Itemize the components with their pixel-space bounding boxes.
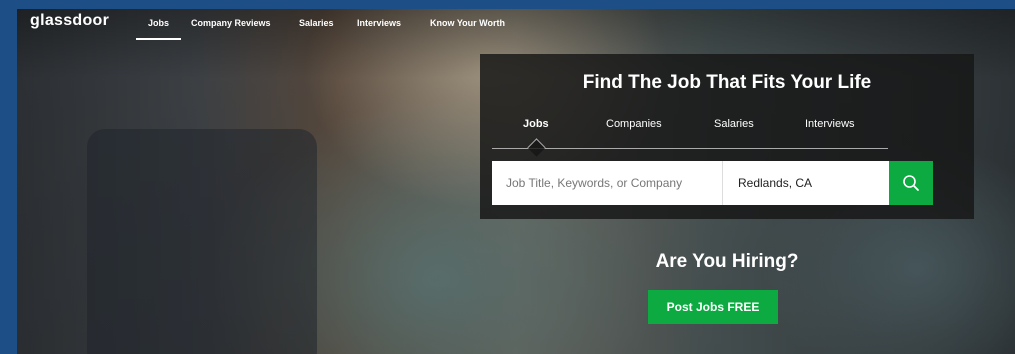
search-bar (492, 161, 933, 205)
location-input[interactable] (723, 161, 889, 205)
hero-background-photo: glassdoor Jobs Company Reviews Salaries … (17, 9, 1015, 354)
nav-know-your-worth[interactable]: Know Your Worth (430, 18, 505, 28)
nav-jobs[interactable]: Jobs (135, 18, 182, 40)
keyword-input[interactable] (492, 161, 722, 205)
hiring-heading: Are You Hiring? (655, 251, 799, 272)
search-icon (903, 175, 919, 191)
nav-salaries[interactable]: Salaries (299, 18, 334, 28)
tab-companies[interactable]: Companies (606, 118, 662, 130)
top-navigation: glassdoor Jobs Company Reviews Salaries … (17, 9, 1015, 41)
tab-salaries[interactable]: Salaries (714, 118, 754, 130)
search-button[interactable] (889, 161, 933, 205)
search-tabs: Jobs Companies Salaries Interviews (492, 118, 888, 157)
tab-interviews[interactable]: Interviews (805, 118, 855, 130)
search-headline: Find The Job That Fits Your Life (582, 72, 872, 93)
nav-interviews[interactable]: Interviews (357, 18, 401, 28)
nav-company-reviews[interactable]: Company Reviews (191, 18, 271, 28)
tab-jobs[interactable]: Jobs (523, 118, 549, 130)
glassdoor-logo[interactable]: glassdoor (30, 12, 109, 30)
post-jobs-button[interactable]: Post Jobs FREE (648, 290, 778, 324)
job-search-panel: Find The Job That Fits Your Life Jobs Co… (480, 54, 974, 219)
active-tab-indicator (527, 138, 546, 157)
